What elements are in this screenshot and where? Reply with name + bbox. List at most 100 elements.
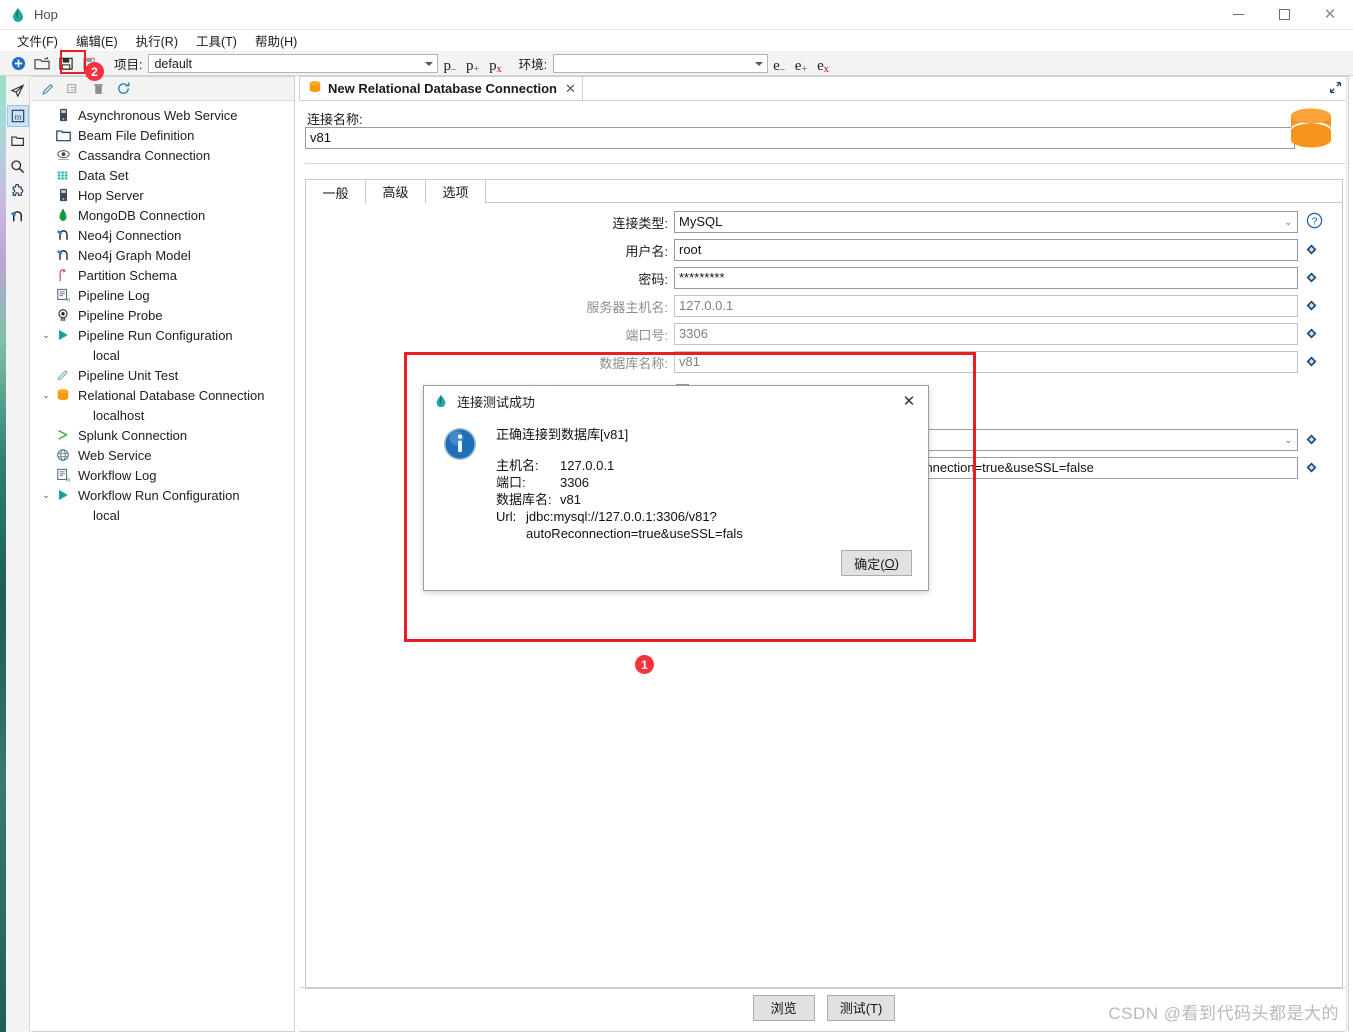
variable-diamond-icon[interactable] <box>1306 355 1317 370</box>
folder-icon <box>53 129 73 142</box>
delete-icon[interactable] <box>87 79 109 99</box>
minimize-button[interactable] <box>1215 0 1261 30</box>
database-name-input[interactable]: v81 <box>674 351 1298 373</box>
tree-item-pipeline-log[interactable]: og Pipeline Log <box>31 285 294 305</box>
tree-item-pipeline-run-configuration[interactable]: ⌄ Pipeline Run Configuration <box>31 325 294 345</box>
tree-item-local[interactable]: local <box>31 345 294 365</box>
tree-item-local[interactable]: local <box>31 505 294 525</box>
password-label: 密码: <box>638 271 668 287</box>
window-titlebar: Hop ✕ <box>0 0 1353 30</box>
log-icon: og <box>53 468 73 482</box>
connection-name-input[interactable]: v81 <box>305 127 1295 149</box>
env-delete-button[interactable]: ex <box>812 53 834 75</box>
database-large-icon <box>1288 107 1334 158</box>
project-delete-button[interactable]: px <box>484 53 507 75</box>
environment-combo[interactable] <box>553 54 769 73</box>
tree-item-pipeline-unit-test[interactable]: Pipeline Unit Test <box>31 365 294 385</box>
tree-item-partition-schema[interactable]: Partition Schema <box>31 265 294 285</box>
cassandra-icon <box>53 148 73 162</box>
close-icon[interactable]: ✕ <box>565 81 576 97</box>
menu-run[interactable]: 执行(R) <box>127 29 187 52</box>
connection-type-combo[interactable]: MySQL ⌄ <box>674 211 1298 233</box>
test-button[interactable]: 测试(T) <box>826 994 896 1021</box>
tree-item-mongodb-connection[interactable]: MongoDB Connection <box>31 205 294 225</box>
project-combo[interactable]: default <box>148 54 439 73</box>
hostname-label: 服务器主机名: <box>586 299 668 315</box>
project-add-button[interactable]: p + <box>461 53 484 75</box>
dialog-host-value: 127.0.0.1 <box>560 458 615 473</box>
variable-diamond-icon[interactable] <box>1306 299 1317 314</box>
close-icon[interactable]: ✕ <box>898 390 920 412</box>
help-icon[interactable]: ? <box>1306 212 1323 232</box>
env-remove-button[interactable]: e – <box>768 53 790 75</box>
tree-item-neo4j-connection[interactable]: Neo4j Connection <box>31 225 294 245</box>
tree-item-data-set[interactable]: Data Set <box>31 165 294 185</box>
tree-item-localhost[interactable]: localhost <box>31 405 294 425</box>
project-combo-value: default <box>154 56 193 71</box>
perspective-search-icon[interactable] <box>7 155 29 177</box>
port-input[interactable]: 3306 <box>674 323 1298 345</box>
tab-options[interactable]: 选项 <box>426 180 486 203</box>
editor-tab[interactable]: New Relational Database Connection ✕ <box>299 76 583 100</box>
env-add-button[interactable]: e + <box>790 53 812 75</box>
open-button[interactable] <box>30 53 54 75</box>
tree-item-workflow-run-configuration[interactable]: ⌄ Workflow Run Configuration <box>31 485 294 505</box>
tree-item-workflow-log[interactable]: og Workflow Log <box>31 465 294 485</box>
menu-tools[interactable]: 工具(T) <box>187 29 246 52</box>
refresh-icon[interactable] <box>112 79 134 99</box>
form-row-port: 端口号: 3306 <box>306 323 1342 345</box>
server-icon <box>53 108 73 122</box>
tree-item-splunk-connection[interactable]: Splunk Connection <box>31 425 294 445</box>
password-input[interactable]: ********* <box>674 267 1298 289</box>
tree-item-relational-database-connection[interactable]: ⌄ Relational Database Connection <box>31 385 294 405</box>
edit-icon[interactable] <box>37 79 59 99</box>
tree-item-label: Pipeline Unit Test <box>78 367 179 383</box>
project-remove-button[interactable]: p – <box>438 53 461 75</box>
dialog-row-port: 端口: 3306 <box>496 474 916 491</box>
tree-item-pipeline-probe[interactable]: Pipeline Probe <box>31 305 294 325</box>
menu-edit[interactable]: 编辑(E) <box>67 29 127 52</box>
tree-item-cassandra-connection[interactable]: Cassandra Connection <box>31 145 294 165</box>
maximize-button[interactable] <box>1261 0 1307 30</box>
form-row-hostname: 服务器主机名: 127.0.0.1 <box>306 295 1342 317</box>
chevron-down-icon[interactable]: ⌄ <box>39 490 53 501</box>
svg-text:m: m <box>14 112 21 122</box>
new-button[interactable] <box>6 53 30 75</box>
dialog-ok-button[interactable]: 确定(O) <box>841 550 912 576</box>
username-input[interactable]: root <box>674 239 1298 261</box>
perspective-file-icon[interactable] <box>7 130 29 152</box>
variable-diamond-icon[interactable] <box>1306 243 1317 258</box>
perspective-neo4j-icon[interactable] <box>7 205 29 227</box>
dialog-message: 正确连接到数据库[v81] 主机名: 127.0.0.1 端口: 3306 数据… <box>496 426 916 542</box>
tree-item-asynchronous-web-service[interactable]: Asynchronous Web Service <box>31 105 294 125</box>
duplicate-icon[interactable] <box>62 79 84 99</box>
variable-diamond-icon[interactable] <box>1306 461 1317 476</box>
variable-diamond-icon[interactable] <box>1306 433 1317 448</box>
tree-item-label: Partition Schema <box>78 267 177 283</box>
minimize-editor-icon[interactable] <box>1329 81 1342 97</box>
perspective-metadata-icon[interactable]: m <box>6 105 29 127</box>
info-icon <box>442 426 478 462</box>
tree-item-label: local <box>93 347 120 363</box>
tab-advanced[interactable]: 高级 <box>366 180 426 203</box>
editor-scrollbar[interactable] <box>1345 77 1348 1032</box>
tree-item-neo4j-graph-model[interactable]: Neo4j Graph Model <box>31 245 294 265</box>
dialog-body: 正确连接到数据库[v81] 主机名: 127.0.0.1 端口: 3306 数据… <box>424 416 928 542</box>
variable-diamond-icon[interactable] <box>1306 271 1317 286</box>
form-row-connection-type: 连接类型: MySQL ⌄ ? <box>306 211 1342 233</box>
menu-file[interactable]: 文件(F) <box>8 29 67 52</box>
chevron-down-icon[interactable]: ⌄ <box>39 390 53 401</box>
chevron-down-icon[interactable]: ⌄ <box>39 330 53 341</box>
perspective-explorer-icon[interactable] <box>7 80 29 102</box>
tree-item-hop-server[interactable]: Hop Server <box>31 185 294 205</box>
tree-item-beam-file-definition[interactable]: Beam File Definition <box>31 125 294 145</box>
connection-type-value: MySQL <box>679 214 723 229</box>
menu-help[interactable]: 帮助(H) <box>246 29 306 52</box>
variable-diamond-icon[interactable] <box>1306 327 1317 342</box>
hostname-input[interactable]: 127.0.0.1 <box>674 295 1298 317</box>
tab-general[interactable]: 一般 <box>306 181 366 204</box>
browse-button[interactable]: 浏览 <box>752 994 815 1021</box>
tree-item-web-service[interactable]: Web Service <box>31 445 294 465</box>
close-button[interactable]: ✕ <box>1307 0 1353 30</box>
perspective-plugins-icon[interactable] <box>7 180 29 202</box>
